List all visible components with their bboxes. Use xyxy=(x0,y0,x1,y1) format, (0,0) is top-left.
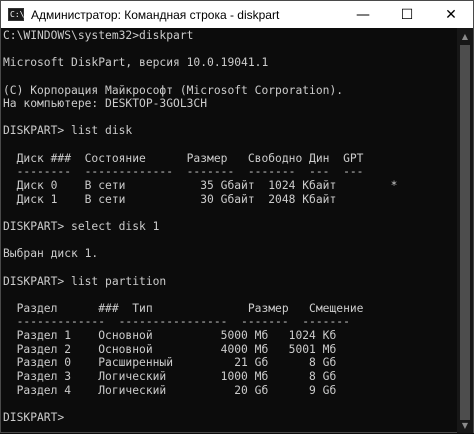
console-line: DISKPART> list partition xyxy=(3,274,167,288)
console-line: (C) Корпорация Майкрософт (Microsoft Cor… xyxy=(3,83,344,97)
window-title: Администратор: Командная строка - diskpa… xyxy=(31,7,280,22)
console-line: Выбран диск 1. xyxy=(3,247,99,261)
console-line: На компьютере: DESKTOP-3GOL3CH xyxy=(3,97,208,111)
console-line: Раздел 3 Логический 1000 Мб 8 Gб xyxy=(3,370,337,384)
console-line: Раздел ### Тип Размер Смещение xyxy=(3,301,364,315)
console-output[interactable]: C:\WINDOWS\system32>diskpart Microsoft Di… xyxy=(1,28,460,434)
maximize-button[interactable]: ☐ xyxy=(385,1,429,28)
minimize-button[interactable]: — xyxy=(341,1,385,28)
console-line: Раздел 0 Расширенный 21 Gб 8 Gб xyxy=(3,356,337,370)
console-line: -------- ------------- ------- ------- -… xyxy=(3,165,364,179)
console-line: C:\WINDOWS\system32>diskpart xyxy=(3,29,194,42)
console-line: Раздел 2 Основной 4000 Мб 5001 Мб xyxy=(3,342,337,356)
console-line: Microsoft DiskPart, версия 10.0.19041.1 xyxy=(3,56,269,70)
close-button[interactable]: ✕ xyxy=(429,1,473,28)
cmd-app-icon: C:\ xyxy=(8,8,25,21)
console-line: Диск ### Состояние Размер Свободно Дин G… xyxy=(3,151,364,165)
console-line: DISKPART> list disk xyxy=(3,124,133,138)
console-line: DISKPART> select disk 1 xyxy=(3,219,160,233)
vertical-scrollbar[interactable]: ▲ ▼ xyxy=(457,28,473,433)
console-line: Диск 1 В сети 30 Gбайт 2048 Кбайт xyxy=(3,192,337,206)
console-line: Раздел 4 Логический 20 Gб 9 Gб xyxy=(3,383,337,397)
title-bar[interactable]: C:\ Администратор: Командная строка - di… xyxy=(1,1,473,28)
console-line: Раздел 1 Основной 5000 Мб 1024 Кб xyxy=(3,329,337,343)
console-line: DISKPART> xyxy=(3,410,65,424)
cmd-window: C:\ Администратор: Командная строка - di… xyxy=(0,0,474,433)
console-line: Диск 0 В сети 35 Gбайт 1024 Кбайт * xyxy=(3,179,398,193)
scroll-down-arrow-icon[interactable]: ▼ xyxy=(457,417,473,433)
scroll-up-arrow-icon[interactable]: ▲ xyxy=(457,28,473,44)
scrollbar-thumb[interactable] xyxy=(460,45,470,420)
console-line: ------------- ---------------- ------- -… xyxy=(3,315,350,329)
